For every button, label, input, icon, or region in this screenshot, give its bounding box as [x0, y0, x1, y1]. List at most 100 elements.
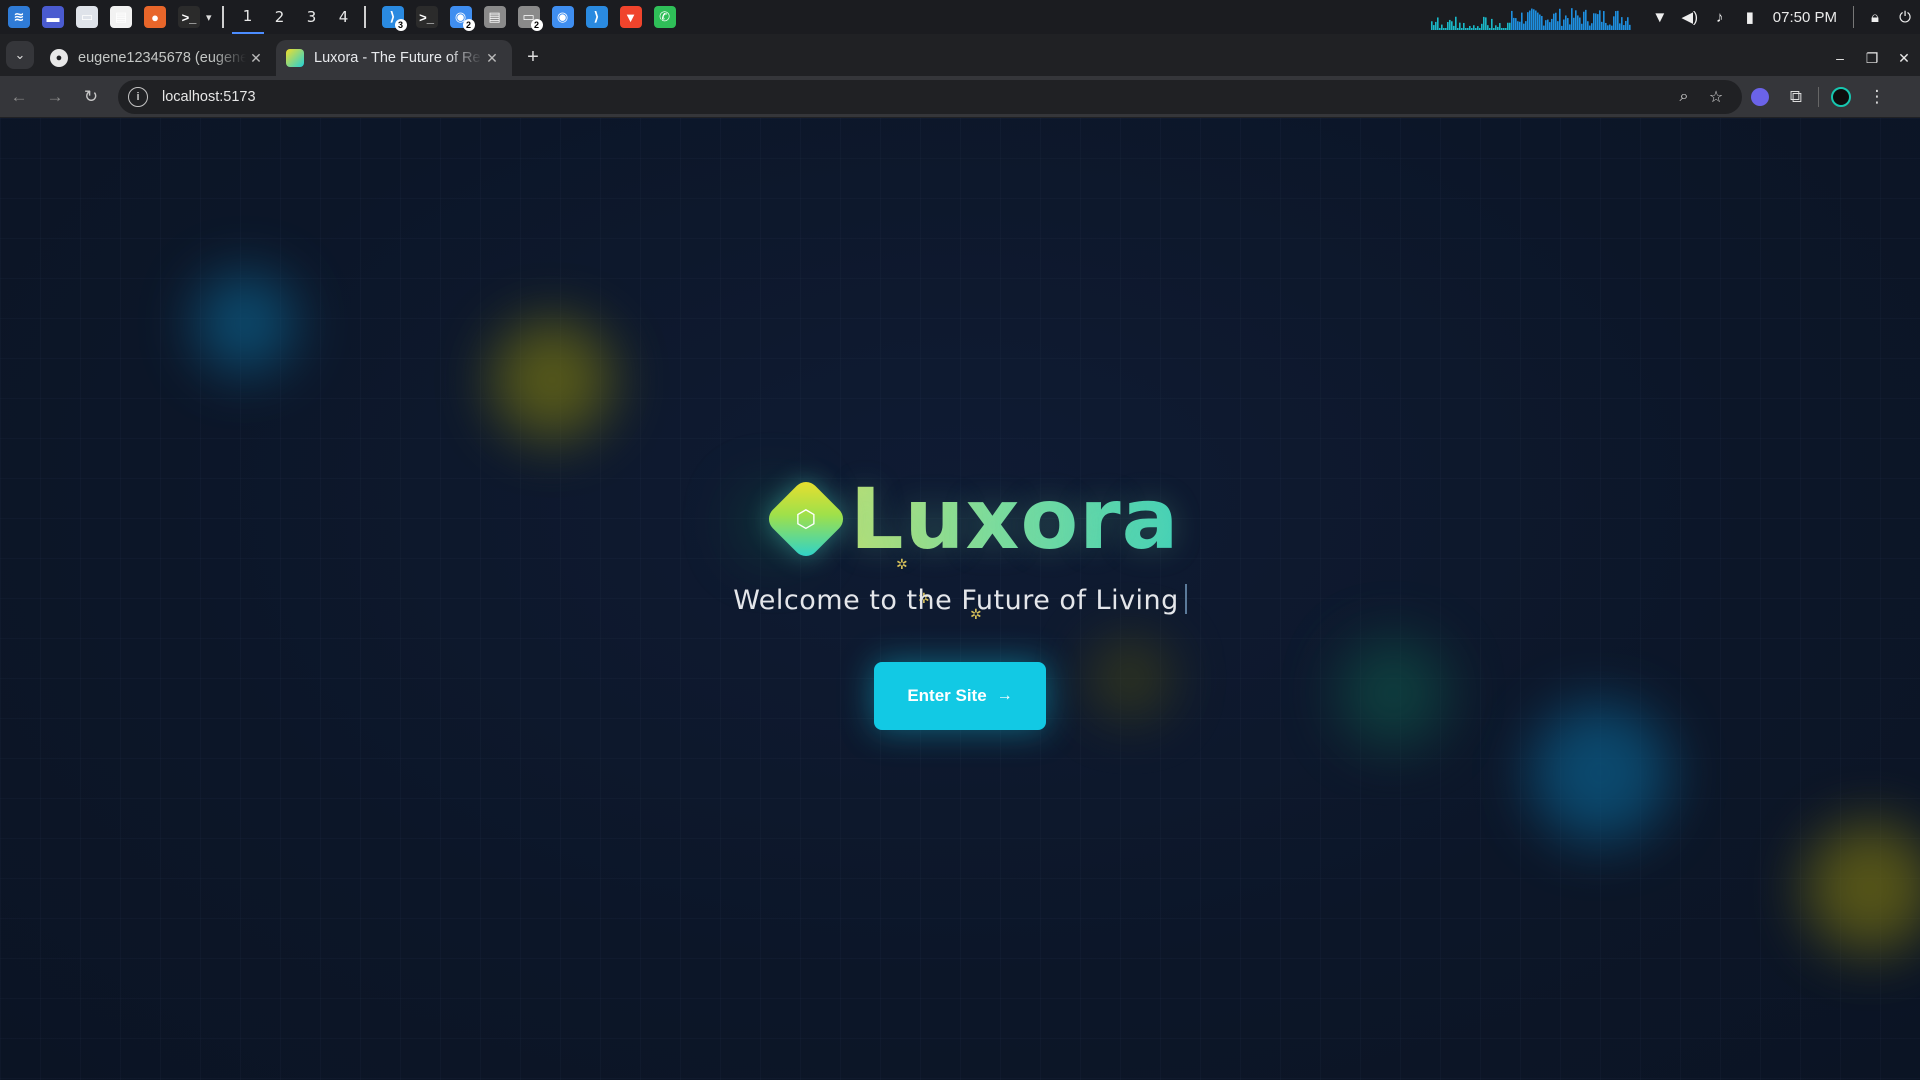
extensions-puzzle-icon[interactable]: ⧉	[1778, 80, 1814, 114]
network-bar	[1618, 23, 1621, 30]
network-bar	[1498, 23, 1501, 30]
network-bar	[1616, 10, 1619, 30]
network-bar	[1470, 28, 1473, 30]
window-count-badge: 2	[530, 19, 543, 31]
site-info-icon[interactable]: i	[128, 86, 148, 107]
firefox-icon: ●	[144, 6, 166, 28]
tab-search-button[interactable]: ⌄	[6, 41, 34, 69]
close-icon[interactable]: ✕	[246, 50, 266, 67]
typing-caret	[1184, 584, 1187, 614]
network-bar	[1544, 20, 1547, 30]
tab-luxora[interactable]: Luxora - The Future of Real Estate ✕	[276, 40, 512, 76]
vscode-alt-launcher[interactable]: ⟩	[582, 2, 612, 32]
vscode-alt-icon: ⟩	[585, 6, 608, 28]
brave-launcher[interactable]: ▼	[616, 2, 646, 32]
workspace-3[interactable]: 3	[296, 0, 328, 34]
network-bar	[1588, 25, 1591, 30]
network-bar	[1502, 28, 1505, 30]
terminal-launcher[interactable]: >_	[174, 2, 204, 32]
power-icon[interactable]: ⏻	[1890, 2, 1920, 32]
network-bar	[1442, 28, 1445, 30]
running-apps: ⟩ 3 >_ ◉ 2 ▤ ▭ 2 ◉ ⟩ ▼ ✆	[374, 2, 680, 32]
file-manager-window-launcher[interactable]: ▭ 2	[514, 2, 544, 32]
brand-name: Luxora	[850, 470, 1180, 568]
extension-icon[interactable]	[1742, 80, 1778, 114]
tab-github[interactable]: ● eugene12345678 (eugene12345678) ✕	[40, 40, 276, 76]
document-window-launcher[interactable]: ▤	[480, 2, 510, 32]
network-bar	[1522, 23, 1525, 30]
network-bar	[1468, 25, 1471, 30]
reload-button[interactable]: ↻	[74, 80, 108, 114]
back-button[interactable]: ←	[2, 80, 36, 114]
network-bar	[1436, 17, 1439, 30]
network-bar	[1496, 26, 1499, 30]
network-bar	[1452, 25, 1455, 30]
whatsapp-launcher[interactable]: ✆	[650, 2, 680, 32]
network-bar	[1552, 13, 1555, 30]
battery-icon[interactable]: ▮	[1735, 2, 1765, 32]
network-bar	[1568, 24, 1571, 30]
lock-icon[interactable]: 🔒︎	[1860, 2, 1890, 32]
vscode-launcher[interactable]: ⟩ 3	[378, 2, 408, 32]
network-bar	[1510, 10, 1513, 30]
url-text[interactable]: localhost:5173	[162, 89, 256, 105]
workspace-4[interactable]: 4	[328, 0, 360, 34]
wifi-icon[interactable]: ▼	[1645, 2, 1675, 32]
network-bar	[1604, 22, 1607, 30]
bookmark-star-icon[interactable]: ☆	[1700, 82, 1732, 112]
chrome-launcher[interactable]: ◉ 2	[446, 2, 476, 32]
tab-title: Luxora - The Future of Real Estate	[314, 50, 482, 66]
network-bar	[1462, 22, 1465, 30]
menu-kebab-icon[interactable]: ⋮	[1859, 80, 1895, 114]
plus-icon: +	[527, 45, 539, 68]
terminal-window-launcher[interactable]: >_	[412, 2, 442, 32]
dropdown-chevron-icon[interactable]: ▾	[206, 11, 212, 24]
zoom-icon[interactable]: ⌕	[1668, 82, 1700, 112]
profile-avatar[interactable]	[1823, 80, 1859, 114]
network-bar	[1606, 25, 1609, 30]
luxora-logo-icon: ⬡	[763, 476, 849, 562]
address-bar[interactable]: i localhost:5173 ⌕ ☆	[118, 79, 1742, 114]
clock[interactable]: 07:50 PM	[1773, 9, 1837, 26]
chrome-alt-launcher[interactable]: ◉	[548, 2, 578, 32]
desktop-launcher[interactable]: ▬	[38, 2, 68, 32]
arrow-right-icon: →	[46, 86, 64, 106]
firefox-launcher[interactable]: ●	[140, 2, 170, 32]
volume-icon[interactable]: ◀)	[1675, 2, 1705, 32]
network-bar	[1620, 17, 1623, 30]
browser-toolbar: ← → ↻ i localhost:5173 ⌕ ☆ ⧉ ⋮	[0, 76, 1920, 118]
luxora-favicon-icon	[286, 49, 304, 67]
network-bar	[1614, 11, 1617, 30]
network-bar	[1594, 13, 1597, 30]
app-launcher-launcher[interactable]: ≋	[4, 2, 34, 32]
terminal-window-icon: >_	[415, 6, 438, 28]
network-bar	[1504, 28, 1507, 30]
network-bar	[1518, 21, 1521, 30]
close-icon[interactable]: ✕	[482, 50, 502, 67]
document-viewer-launcher[interactable]: ▤	[106, 2, 136, 32]
forward-button[interactable]: →	[38, 80, 72, 114]
network-bar	[1566, 18, 1569, 30]
network-bar	[1446, 22, 1449, 30]
hero-section: ⬡ Luxora ✲ ✲ ✲ Welcome to the Future of …	[0, 118, 1920, 1080]
new-tab-button[interactable]: +	[518, 42, 548, 72]
workspace-2[interactable]: 2	[264, 0, 296, 34]
workspace-1[interactable]: 1	[231, 0, 264, 34]
close-window-button[interactable]: ✕	[1888, 50, 1920, 67]
enter-site-button[interactable]: Enter Site →	[874, 662, 1046, 730]
network-bar	[1628, 24, 1631, 30]
network-bar	[1538, 14, 1541, 30]
network-bar	[1526, 12, 1529, 30]
network-bar	[1476, 26, 1479, 30]
network-bar	[1598, 10, 1601, 30]
maximize-button[interactable]: ❐	[1856, 50, 1888, 67]
notification-bell-icon[interactable]: ♪	[1705, 2, 1735, 32]
network-bar	[1448, 19, 1451, 30]
minimize-button[interactable]: –	[1824, 50, 1856, 66]
network-bar	[1440, 24, 1443, 30]
network-bar	[1484, 17, 1487, 30]
whatsapp-icon: ✆	[653, 6, 676, 28]
file-manager-launcher[interactable]: ▭	[72, 2, 102, 32]
network-bar	[1546, 19, 1549, 30]
network-bar	[1564, 15, 1567, 30]
